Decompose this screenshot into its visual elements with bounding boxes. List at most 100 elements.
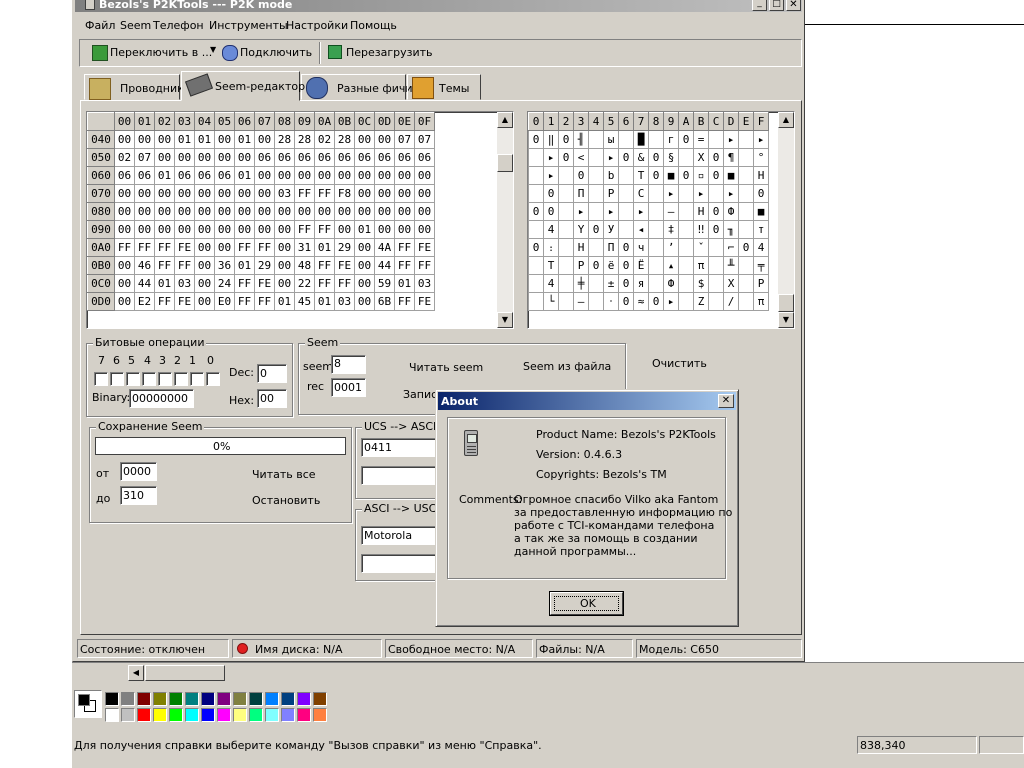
ascii-cell[interactable]: 0 bbox=[543, 202, 559, 221]
hex-cell[interactable]: FF bbox=[234, 292, 255, 311]
ascii-cell[interactable]: P bbox=[603, 184, 619, 203]
ascii-cell[interactable]: T bbox=[633, 166, 649, 185]
hex-cell[interactable]: FE bbox=[414, 238, 435, 257]
hex-cell[interactable]: E0 bbox=[214, 292, 235, 311]
ascii-cell[interactable]: Р bbox=[753, 274, 769, 293]
ascii-cell[interactable]: ▸ bbox=[723, 184, 739, 203]
ascii-cell[interactable]: └ bbox=[543, 292, 559, 311]
ascii-cell[interactable]: ╪ bbox=[573, 274, 589, 293]
ascii-cell[interactable] bbox=[588, 148, 604, 167]
hex-cell[interactable]: 00 bbox=[354, 238, 375, 257]
ascii-cell[interactable] bbox=[528, 148, 544, 167]
hex-cell[interactable]: 00 bbox=[194, 184, 215, 203]
color-swatch[interactable] bbox=[265, 692, 279, 706]
hex-cell[interactable]: 00 bbox=[294, 166, 315, 185]
hex-cell[interactable]: 00 bbox=[354, 184, 375, 203]
hex-cell[interactable]: 00 bbox=[354, 274, 375, 293]
hex-cell[interactable]: 00 bbox=[274, 238, 295, 257]
hex-cell[interactable]: 00 bbox=[194, 238, 215, 257]
hex-cell[interactable]: 29 bbox=[254, 256, 275, 275]
ascii-cell[interactable]: ≈ bbox=[633, 292, 649, 311]
ascii-cell[interactable] bbox=[738, 184, 754, 203]
scroll-thumb[interactable] bbox=[778, 294, 794, 312]
ascii-cell[interactable]: ‖ bbox=[543, 130, 559, 149]
ascii-cell[interactable]: ■ bbox=[663, 166, 679, 185]
dropdown-arrow-icon[interactable]: ▼ bbox=[210, 45, 216, 54]
color-swatch[interactable] bbox=[169, 692, 183, 706]
hex-cell[interactable]: 28 bbox=[334, 130, 355, 149]
hex-cell[interactable]: 00 bbox=[214, 238, 235, 257]
ascii-cell[interactable] bbox=[708, 292, 724, 311]
hex-cell[interactable]: 00 bbox=[234, 220, 255, 239]
ascii-cell[interactable] bbox=[678, 148, 694, 167]
ascii-cell[interactable]: ▸ bbox=[543, 166, 559, 185]
ascii-cell[interactable] bbox=[588, 202, 604, 221]
ascii-cell[interactable] bbox=[738, 220, 754, 239]
color-swatch[interactable] bbox=[281, 692, 295, 706]
hex-cell[interactable]: FF bbox=[234, 274, 255, 293]
hex-cell[interactable]: 07 bbox=[414, 130, 435, 149]
ascii-cell[interactable]: Н bbox=[693, 202, 709, 221]
hex-cell[interactable]: 22 bbox=[294, 274, 315, 293]
ascii-cell[interactable] bbox=[618, 184, 634, 203]
hex-cell[interactable]: 00 bbox=[154, 202, 175, 221]
minimize-button[interactable]: _ bbox=[752, 0, 767, 11]
hex-cell[interactable]: FE bbox=[174, 238, 195, 257]
color-swatch[interactable] bbox=[105, 692, 119, 706]
hex-cell[interactable]: 00 bbox=[354, 166, 375, 185]
ascii-cell[interactable]: 0 bbox=[648, 166, 664, 185]
hex-cell[interactable]: 00 bbox=[154, 220, 175, 239]
ascii-cell[interactable] bbox=[528, 220, 544, 239]
ascii-cell[interactable] bbox=[678, 292, 694, 311]
ascii-cell[interactable]: 0 bbox=[648, 148, 664, 167]
ascii-cell[interactable]: ▸ bbox=[633, 202, 649, 221]
ascii-cell[interactable] bbox=[528, 256, 544, 275]
bit-1-checkbox[interactable] bbox=[190, 372, 204, 386]
hex-cell[interactable]: 00 bbox=[274, 202, 295, 221]
hex-cell[interactable]: 00 bbox=[334, 202, 355, 221]
ascii-cell[interactable]: ‡ bbox=[663, 220, 679, 239]
ascii-cell[interactable]: 0 bbox=[708, 148, 724, 167]
scroll-up-button[interactable]: ▲ bbox=[497, 112, 513, 128]
scroll-down-button[interactable]: ▼ bbox=[778, 312, 794, 328]
ascii-cell[interactable]: ▸ bbox=[693, 184, 709, 203]
color-swatch[interactable] bbox=[249, 708, 263, 722]
ascii-cell[interactable] bbox=[618, 202, 634, 221]
hex-cell[interactable]: 00 bbox=[394, 202, 415, 221]
color-swatch[interactable] bbox=[233, 692, 247, 706]
hex-cell[interactable]: 00 bbox=[114, 220, 135, 239]
hex-cell[interactable]: 00 bbox=[154, 148, 175, 167]
hex-field[interactable]: 00 bbox=[257, 389, 287, 408]
scroll-up-button[interactable]: ▲ bbox=[778, 112, 794, 128]
ascii-cell[interactable] bbox=[618, 166, 634, 185]
ascii-cell[interactable]: 4 bbox=[543, 274, 559, 293]
hex-cell[interactable]: 00 bbox=[154, 184, 175, 203]
ascii-cell[interactable]: 4 bbox=[753, 238, 769, 257]
ascii-cell[interactable] bbox=[558, 274, 574, 293]
hex-cell[interactable]: 00 bbox=[234, 184, 255, 203]
color-swatch[interactable] bbox=[265, 708, 279, 722]
tab-seem-editor[interactable]: Seem-редактор bbox=[181, 71, 305, 101]
ascii-cell[interactable]: 0 bbox=[588, 256, 604, 275]
hex-cell[interactable]: 00 bbox=[134, 130, 155, 149]
ascii-cell[interactable]: ■ bbox=[723, 166, 739, 185]
ascii-cell[interactable]: ▸ bbox=[603, 202, 619, 221]
hex-grid[interactable]: 00 01 02 03 04 05 06 07 08 09 0A 0B 0C 0D 0E 0F 040 00 00 0… bbox=[86, 111, 514, 329]
hex-cell[interactable]: 00 bbox=[134, 220, 155, 239]
hex-cell[interactable]: 01 bbox=[194, 130, 215, 149]
ascii-cell[interactable]: ։ bbox=[543, 238, 559, 257]
ascii-cell[interactable] bbox=[678, 238, 694, 257]
seem-from-file-button[interactable]: Seem из файла bbox=[523, 360, 611, 373]
ascii-cell[interactable]: Y bbox=[573, 220, 589, 239]
hex-cell[interactable]: 06 bbox=[114, 166, 135, 185]
hex-cell[interactable]: 00 bbox=[174, 184, 195, 203]
ascii-cell[interactable]: ¶ bbox=[723, 148, 739, 167]
ascii-cell[interactable] bbox=[648, 202, 664, 221]
hex-cell[interactable]: 00 bbox=[234, 148, 255, 167]
hex-cell[interactable]: 00 bbox=[254, 220, 275, 239]
ascii-cell[interactable]: 0 bbox=[558, 130, 574, 149]
hex-cell[interactable]: 06 bbox=[274, 148, 295, 167]
ascii-cell[interactable]: ч bbox=[633, 238, 649, 257]
bit-3-checkbox[interactable] bbox=[158, 372, 172, 386]
hex-cell[interactable]: FF bbox=[394, 238, 415, 257]
